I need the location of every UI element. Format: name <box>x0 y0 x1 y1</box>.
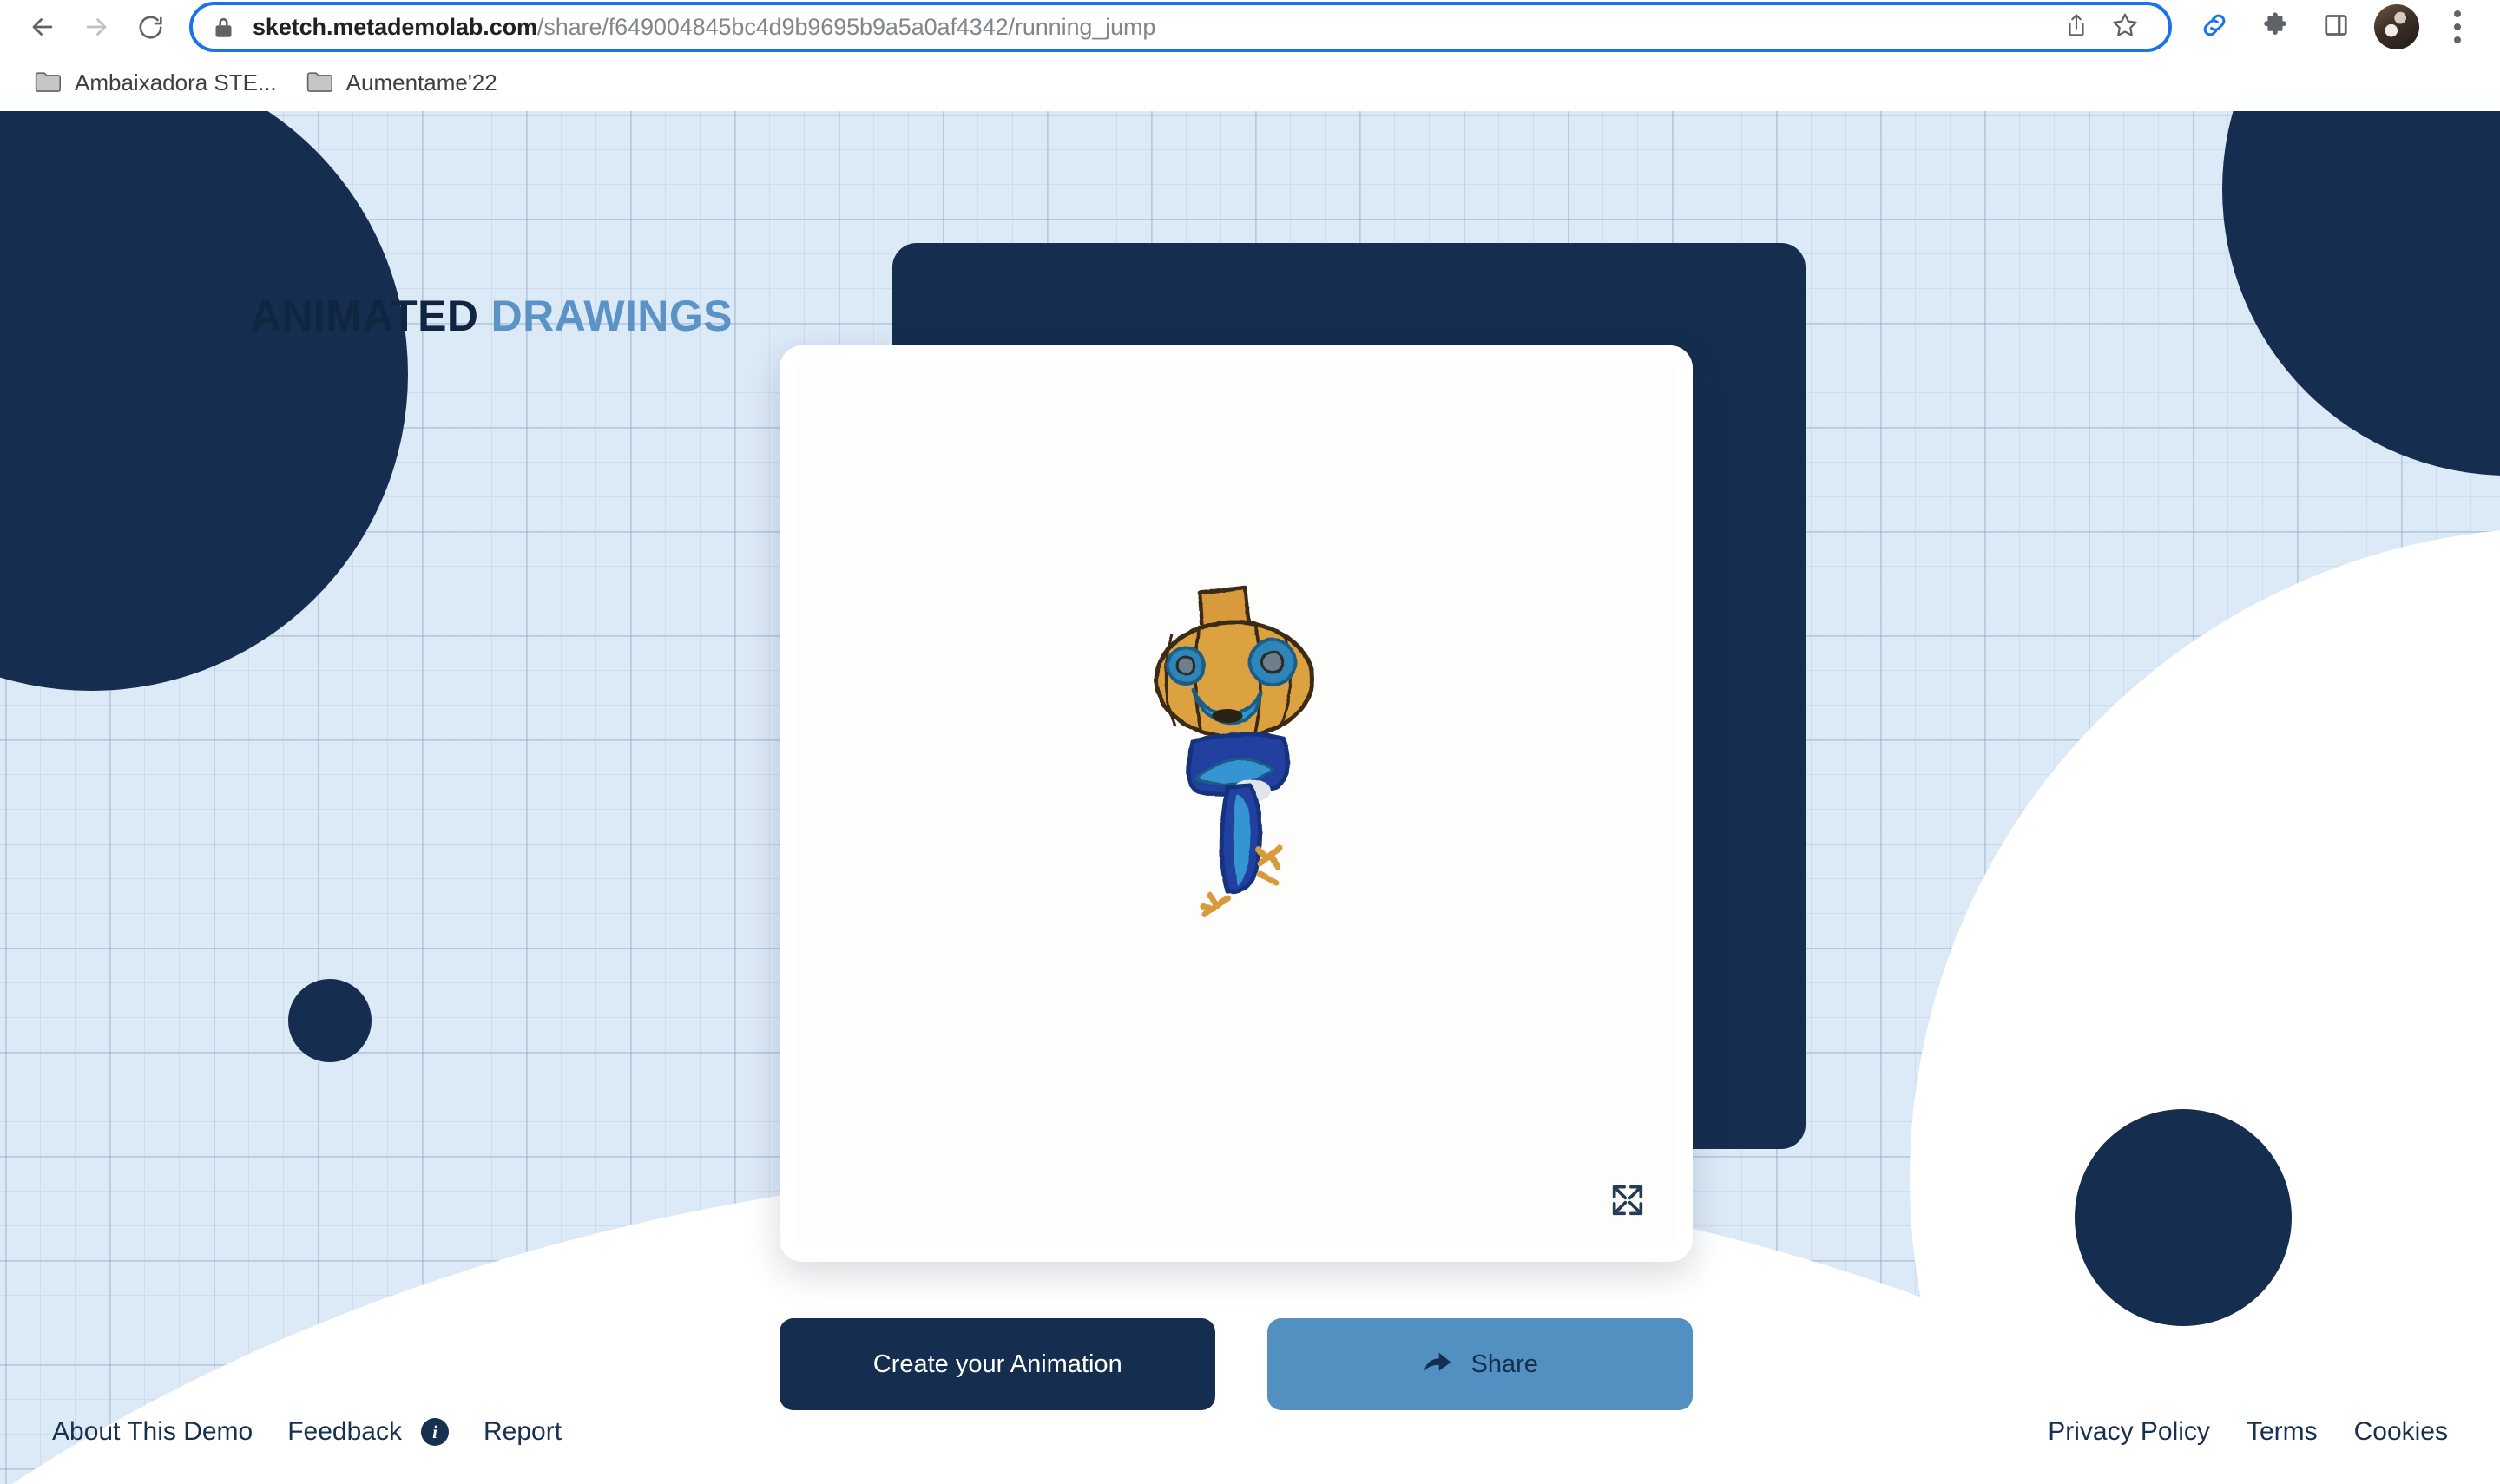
page-content: ANIMATED DRAWINGS <box>0 111 2500 1484</box>
footer-link-about-this-demo[interactable]: About This Demo <box>52 1417 253 1447</box>
footer-link-terms[interactable]: Terms <box>2247 1417 2318 1447</box>
footer-links-left: About This Demo Feedback i Report <box>52 1417 596 1447</box>
puzzle-piece-icon <box>2261 10 2290 43</box>
decorative-circle-bottom-right <box>2075 1109 2292 1326</box>
share-arrow-icon <box>1423 1351 1452 1377</box>
fullscreen-expand-icon <box>1608 1180 1648 1225</box>
drawing-svg <box>1106 568 1366 933</box>
three-dot-menu-icon <box>2454 10 2461 43</box>
animation-canvas-card[interactable] <box>780 345 1693 1262</box>
footer-link-report[interactable]: Report <box>484 1417 562 1447</box>
link-extension-button[interactable] <box>2188 0 2241 54</box>
page-footer: About This Demo Feedback i Report Privac… <box>0 1380 2500 1484</box>
bookmark-item[interactable]: Aumentame'22 <box>294 60 510 105</box>
page-title: ANIMATED DRAWINGS <box>250 291 733 341</box>
share-upload-icon <box>2063 12 2089 43</box>
reload-icon <box>136 13 165 42</box>
logo-word-animated: ANIMATED <box>250 292 478 340</box>
extensions-button[interactable] <box>2248 0 2302 54</box>
footer-link-privacy-policy[interactable]: Privacy Policy <box>2048 1417 2210 1447</box>
animation-canvas[interactable] <box>795 361 1677 1246</box>
back-arrow-icon <box>28 12 57 42</box>
star-icon <box>2111 11 2139 43</box>
browser-chrome: sketch.metademolab.com/share/f649004845b… <box>0 0 2500 111</box>
side-panel-button[interactable] <box>2309 0 2363 54</box>
browser-toolbar: sketch.metademolab.com/share/f649004845b… <box>0 0 2500 54</box>
fullscreen-button[interactable] <box>1604 1179 1651 1225</box>
lock-icon <box>214 16 234 39</box>
side-panel-icon <box>2323 12 2349 43</box>
character-drawing <box>1106 568 1366 933</box>
avatar <box>2374 4 2419 49</box>
browser-menu-button[interactable] <box>2431 0 2484 54</box>
url-host: sketch.metademolab.com <box>253 14 537 40</box>
forward-button[interactable] <box>69 0 123 54</box>
profile-button[interactable] <box>2370 0 2424 54</box>
info-icon[interactable]: i <box>421 1418 449 1446</box>
bookmark-label: Aumentame'22 <box>346 69 497 96</box>
footer-links-right: Privacy Policy Terms Cookies <box>2011 1417 2448 1447</box>
logo-word-drawings: DRAWINGS <box>491 292 733 340</box>
address-bar[interactable]: sketch.metademolab.com/share/f649004845b… <box>189 2 2172 52</box>
bookmark-label: Ambaixadora STE... <box>75 69 277 96</box>
url-text[interactable]: sketch.metademolab.com/share/f649004845b… <box>253 14 2052 41</box>
link-icon <box>2200 10 2229 44</box>
bookmarks-bar: Ambaixadora STE... Aumentame'22 <box>0 54 2500 111</box>
url-path: /share/f649004845bc4d9b9695b9a5a0af4342/… <box>537 14 1155 40</box>
decorative-dot-left <box>288 979 372 1062</box>
share-page-button[interactable] <box>2052 3 2101 51</box>
folder-icon <box>306 71 332 94</box>
share-button-label: Share <box>1471 1350 1538 1379</box>
reload-button[interactable] <box>123 0 177 54</box>
bookmark-star-button[interactable] <box>2101 3 2149 51</box>
bookmark-item[interactable]: Ambaixadora STE... <box>23 60 289 105</box>
back-button[interactable] <box>16 0 69 54</box>
folder-icon <box>35 71 61 94</box>
forward-arrow-icon <box>82 12 111 42</box>
footer-link-feedback[interactable]: Feedback <box>287 1417 402 1447</box>
footer-link-cookies[interactable]: Cookies <box>2354 1417 2448 1447</box>
